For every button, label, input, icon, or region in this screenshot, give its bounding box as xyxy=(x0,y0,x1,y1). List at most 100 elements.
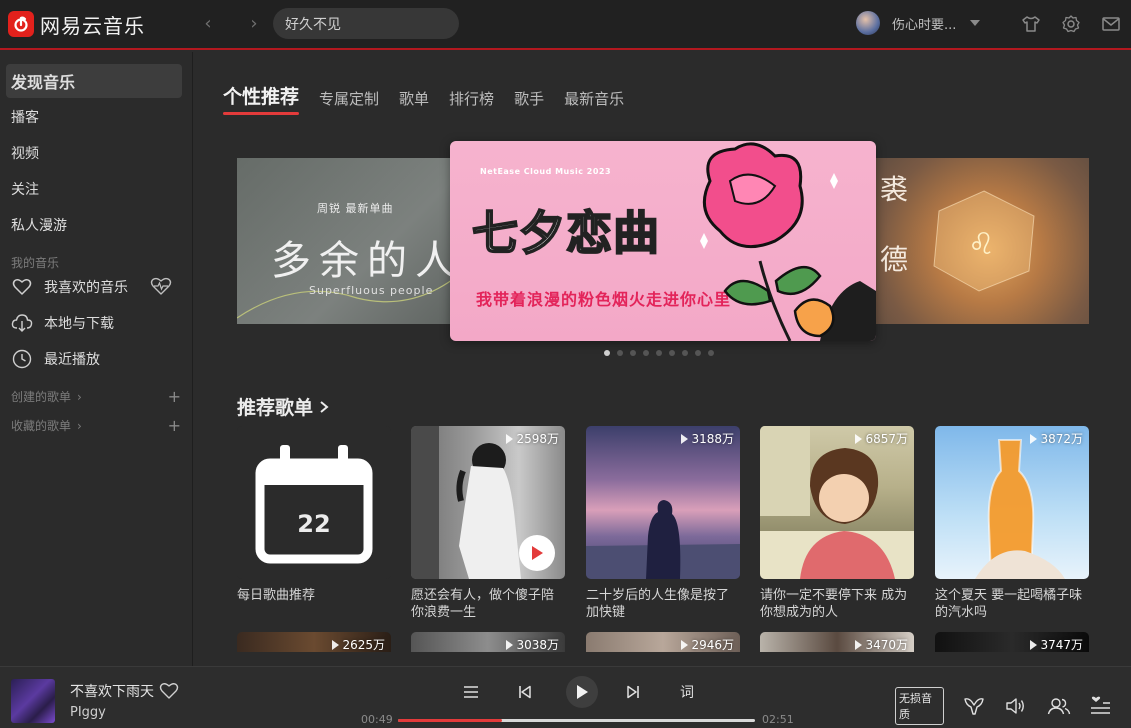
playlist-card-partial[interactable]: 2625万 xyxy=(237,632,391,652)
play-count-value: 2598万 xyxy=(516,432,559,446)
play-count: 2625万 xyxy=(332,636,385,652)
play-count-value: 3038万 xyxy=(516,638,559,652)
carousel-dot[interactable] xyxy=(708,350,714,356)
banner-center-title: 七夕恋曲 xyxy=(471,205,660,261)
banner-right[interactable]: 裘 德 ♌ xyxy=(864,158,1089,324)
banner-center[interactable]: NetEase Cloud Music 2023 七夕恋曲 我带着浪漫的粉色烟火… xyxy=(450,141,876,341)
carousel-dot[interactable] xyxy=(643,350,649,356)
mail-icon[interactable] xyxy=(1091,11,1131,37)
playlist-title[interactable]: 二十岁后的人生像是按了加快键 xyxy=(586,587,740,621)
sidebar-item-video[interactable]: 视频 xyxy=(6,136,182,170)
sidebar-item-podcast[interactable]: 播客 xyxy=(6,100,182,134)
playlist-title[interactable]: 愿还会有人，做个傻子陪你浪费一生 xyxy=(411,587,565,621)
playlist-title[interactable]: 这个夏天 要一起喝橘子味的汽水吗 xyxy=(935,587,1089,621)
like-heart-icon[interactable] xyxy=(159,682,179,700)
cover-art xyxy=(760,426,914,579)
playlist-cover: 3872万 xyxy=(935,426,1089,579)
song-artist[interactable]: PIggy xyxy=(70,705,106,720)
playlist-cover: 6857万 xyxy=(760,426,914,579)
search-input[interactable] xyxy=(285,15,445,32)
playlist-card-partial[interactable]: 3470万 xyxy=(760,632,914,652)
playlist-card-partial[interactable]: 3038万 xyxy=(411,632,565,652)
svg-text:♌: ♌ xyxy=(968,227,995,262)
sidebar-item-roam[interactable]: 私人漫游 xyxy=(6,208,182,242)
heartbeat-mode-icon[interactable] xyxy=(150,277,172,301)
back-arrow-icon[interactable]: ‹ xyxy=(196,11,220,35)
sound-effect-icon[interactable] xyxy=(962,693,986,719)
user-menu[interactable]: 伤心时要... xyxy=(856,11,981,35)
listen-together-icon[interactable] xyxy=(1047,693,1071,719)
clock-icon xyxy=(11,348,33,370)
progress-bar[interactable] xyxy=(398,719,755,722)
search-box[interactable] xyxy=(273,8,459,39)
quality-badge[interactable]: 无损音质 xyxy=(895,687,945,725)
sidebar-item-local[interactable]: 本地与下载 xyxy=(6,306,182,340)
tab-recommend[interactable]: 个性推荐 xyxy=(223,82,300,115)
play-icon xyxy=(532,546,543,560)
lyrics-button[interactable]: 词 xyxy=(674,679,700,705)
play-queue-icon[interactable] xyxy=(1089,693,1113,719)
user-name[interactable]: 伤心时要... xyxy=(892,14,956,33)
playlist-title[interactable]: 请你一定不要停下来 成为你想成为的人 xyxy=(760,587,914,621)
tab-new-music[interactable]: 最新音乐 xyxy=(564,88,624,115)
add-collected-icon[interactable]: + xyxy=(168,416,181,435)
play-button[interactable] xyxy=(519,535,555,571)
created-playlists-header[interactable]: 创建的歌单 › + xyxy=(11,387,181,406)
section-label: 创建的歌单 xyxy=(11,390,72,404)
tab-playlist[interactable]: 歌单 xyxy=(399,88,429,115)
tab-charts[interactable]: 排行榜 xyxy=(449,88,494,115)
next-track-icon[interactable] xyxy=(620,679,646,705)
carousel-dot[interactable] xyxy=(630,350,636,356)
app-logo[interactable]: 网易云音乐 xyxy=(8,10,145,39)
tab-artists[interactable]: 歌手 xyxy=(514,88,544,115)
daily-recommend-card[interactable]: 22 每日歌曲推荐 xyxy=(237,426,391,621)
avatar[interactable] xyxy=(856,11,880,35)
playlist-card[interactable]: 2598万 愿还会有人，做个傻子陪你浪费一生 xyxy=(411,426,565,621)
previous-track-icon[interactable] xyxy=(512,679,538,705)
sidebar-item-follow[interactable]: 关注 xyxy=(6,172,182,206)
playback-controls: 词 xyxy=(458,676,728,708)
top-icons xyxy=(1011,11,1131,37)
top-bar: 网易云音乐 ‹ › 伤心时要... xyxy=(0,0,1131,50)
carousel-dot[interactable] xyxy=(604,350,610,356)
recommend-playlists-title[interactable]: 推荐歌单 xyxy=(237,393,331,420)
carousel-dot[interactable] xyxy=(682,350,688,356)
carousel-dot[interactable] xyxy=(695,350,701,356)
carousel-dot[interactable] xyxy=(617,350,623,356)
song-title[interactable]: 不喜欢下雨天 xyxy=(70,681,154,701)
play-count-icon xyxy=(855,639,863,650)
caret-down-icon[interactable] xyxy=(970,20,981,26)
play-icon xyxy=(577,685,588,699)
sidebar-item-label: 关注 xyxy=(11,182,39,198)
play-count-icon xyxy=(681,639,689,650)
sidebar-item-liked[interactable]: 我喜欢的音乐 xyxy=(6,270,182,304)
playlist-card[interactable]: 3872万 这个夏天 要一起喝橘子味的汽水吗 xyxy=(935,426,1089,621)
play-count: 2598万 xyxy=(506,430,559,447)
playlist-mode-icon[interactable] xyxy=(458,679,484,705)
play-count-value: 6857万 xyxy=(865,432,908,446)
forward-arrow-icon[interactable]: › xyxy=(242,11,266,35)
carousel-dot[interactable] xyxy=(656,350,662,356)
tab-custom[interactable]: 专属定制 xyxy=(319,88,379,115)
playlist-card[interactable]: 6857万 请你一定不要停下来 成为你想成为的人 xyxy=(760,426,914,621)
download-icon xyxy=(11,312,33,334)
collected-playlists-header[interactable]: 收藏的歌单 › + xyxy=(11,416,181,435)
add-playlist-icon[interactable]: + xyxy=(168,387,181,406)
sidebar-item-discover[interactable]: 发现音乐 xyxy=(6,64,182,98)
song-cover[interactable] xyxy=(11,679,55,723)
play-count-icon xyxy=(681,433,689,444)
rose-illustration xyxy=(700,142,876,341)
playlist-card-partial[interactable]: 2946万 xyxy=(586,632,740,652)
playlist-card[interactable]: 3188万 二十岁后的人生像是按了加快键 xyxy=(586,426,740,621)
play-pause-button[interactable] xyxy=(566,676,598,708)
play-count: 3747万 xyxy=(1030,636,1083,652)
volume-icon[interactable] xyxy=(1004,693,1028,719)
banner-left[interactable]: 周锐 最新单曲 多余的人 Superfluous people xyxy=(237,158,467,324)
skin-shirt-icon[interactable] xyxy=(1011,11,1051,37)
carousel-dot[interactable] xyxy=(669,350,675,356)
playlist-card-partial[interactable]: 3747万 xyxy=(935,632,1089,652)
play-count: 2946万 xyxy=(681,636,734,652)
settings-gear-icon[interactable] xyxy=(1051,11,1091,37)
sidebar-item-recent[interactable]: 最近播放 xyxy=(6,342,182,376)
banner-left-english: Superfluous people xyxy=(309,284,434,297)
